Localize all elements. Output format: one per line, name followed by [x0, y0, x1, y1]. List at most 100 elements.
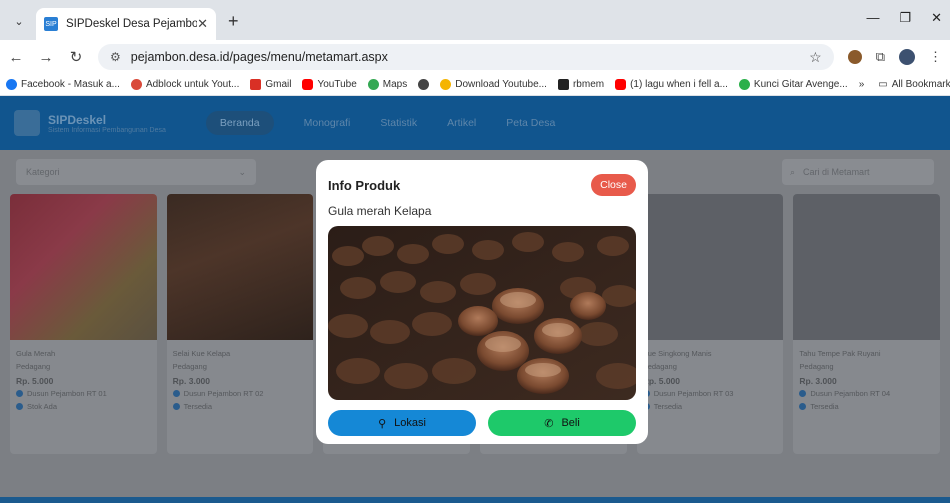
product-name: Tahu Tempe Pak Ruyani — [799, 349, 881, 358]
product-card[interactable]: Selai Kue Kelapa Pedagang Rp. 3.000 Dusu… — [166, 194, 314, 454]
product-seller: Pedagang — [16, 361, 51, 371]
product-seller: Pedagang — [799, 361, 834, 371]
address-toolbar: ← → ↻ ⚙ pejambon.desa.id/pages/menu/meta… — [0, 40, 950, 74]
logo-subtitle: Sistem Informasi Pembangunan Desa — [48, 126, 166, 134]
beli-button[interactable]: ✆ Beli — [488, 410, 636, 436]
location-icon — [799, 390, 807, 398]
menu-item-statistik[interactable]: Statistik — [380, 117, 417, 129]
tab-close-icon[interactable]: ✕ — [197, 16, 208, 32]
product-location: Dusun Pejambon RT 03 — [642, 388, 778, 401]
tab-search-dropdown-icon[interactable]: ⌄ — [8, 10, 30, 32]
minimize-icon[interactable]: — — [866, 10, 879, 26]
product-seller: Pedagang — [172, 361, 207, 371]
bookmark-item[interactable]: YouTube — [302, 79, 357, 90]
menu-item-peta-desa[interactable]: Peta Desa — [506, 117, 555, 129]
product-price: Rp. 3.000 — [799, 375, 837, 386]
site-logo[interactable]: SIPDeskel Sistem Informasi Pembangunan D… — [14, 110, 166, 136]
forward-icon[interactable]: → — [38, 49, 54, 66]
extensions-icon[interactable]: ⧉ — [876, 49, 885, 65]
bookmark-item[interactable]: Facebook - Masuk a... — [6, 79, 120, 90]
chevron-down-icon: ⌄ — [238, 166, 246, 177]
status-icon — [172, 403, 180, 411]
bookmark-item[interactable]: Maps — [367, 79, 407, 90]
bookmark-item[interactable]: Gmail — [250, 79, 291, 90]
product-price: Rp. 5.000 — [16, 375, 54, 386]
restore-icon[interactable]: ❐ — [899, 10, 911, 26]
window-close-icon[interactable]: ✕ — [931, 10, 942, 26]
product-location: Dusun Pejambon RT 04 — [799, 388, 934, 401]
product-status: Tersedia — [642, 401, 778, 414]
product-image — [636, 194, 784, 340]
bookmark-item[interactable]: (1) lagu when i fell a... — [615, 79, 728, 90]
bookmark-item[interactable]: Adblock untuk Yout... — [130, 79, 239, 90]
product-location: Dusun Pejambon RT 02 — [172, 388, 308, 401]
bookmark-item[interactable]: Download Youtube... — [440, 79, 547, 90]
product-price: Rp. 5.000 — [642, 375, 681, 386]
product-image — [793, 194, 941, 340]
logo-mark-icon — [14, 110, 40, 136]
facebook-icon — [6, 79, 17, 90]
bookmark-item[interactable]: rbmem — [557, 79, 604, 90]
product-image — [166, 194, 314, 340]
youtube-icon — [615, 79, 627, 90]
product-card[interactable]: Gula Merah Pedagang Rp. 5.000 Dusun Peja… — [10, 194, 157, 454]
url-text: pejambon.desa.id/pages/menu/metamart.asp… — [130, 50, 388, 64]
site-favicon-icon: SIP — [44, 17, 58, 31]
product-price: Rp. 3.000 — [172, 375, 210, 386]
product-card[interactable]: Tahu Tempe Pak Ruyani Pedagang Rp. 3.000… — [793, 194, 941, 454]
menu-item-artikel[interactable]: Artikel — [447, 117, 476, 129]
folder-icon: ▭ — [878, 79, 888, 90]
bookmark-star-icon[interactable]: ☆ — [809, 49, 822, 66]
logo-title: SIPDeskel — [48, 112, 107, 127]
search-input[interactable]: ⌕ Cari di Metamart — [782, 159, 934, 185]
search-icon: ⌕ — [790, 166, 796, 177]
site-settings-icon[interactable]: ⚙ — [110, 50, 121, 64]
cookie-extension-icon[interactable] — [847, 50, 862, 64]
maps-icon — [367, 79, 379, 90]
status-icon — [799, 403, 807, 411]
location-pin-icon: ⚲ — [378, 417, 387, 430]
profile-avatar[interactable] — [899, 49, 915, 65]
bookmarks-bar: Facebook - Masuk a... Adblock untuk Yout… — [0, 74, 950, 96]
product-status: Tersedia — [172, 401, 308, 414]
kategori-select[interactable]: Kategori ⌄ — [16, 159, 256, 185]
youtube-icon — [302, 79, 314, 90]
download-icon — [440, 79, 452, 90]
gmail-icon — [250, 79, 262, 90]
all-bookmarks-button[interactable]: ▭ All Bookmarks — [878, 79, 950, 90]
lokasi-button[interactable]: ⚲ Lokasi — [328, 410, 476, 436]
chord-site-icon — [738, 79, 750, 90]
adblock-icon — [130, 79, 142, 90]
product-name: Selai Kue Kelapa — [172, 349, 231, 358]
close-button[interactable]: Close — [591, 174, 636, 196]
product-status: Stok Ada — [16, 401, 151, 414]
menu-item-monografi[interactable]: Monografi — [304, 117, 351, 129]
new-tab-icon[interactable]: + — [228, 11, 239, 32]
product-photo — [328, 226, 636, 400]
back-icon[interactable]: ← — [8, 49, 24, 66]
product-info-modal: Info Produk Close Gula merah Kelapa ⚲ Lo… — [316, 160, 648, 444]
browser-tabbar: ⌄ SIP SIPDeskel Desa Pejambon ✕ + — ❐ ✕ — [0, 0, 950, 40]
bookmark-item[interactable] — [418, 79, 430, 90]
bookmark-item[interactable]: Kunci Gitar Avenge... — [738, 79, 848, 90]
menu-item-beranda[interactable]: Beranda — [205, 111, 274, 135]
url-bar[interactable]: ⚙ pejambon.desa.id/pages/menu/metamart.a… — [98, 44, 834, 70]
browser-tab[interactable]: SIP SIPDeskel Desa Pejambon ✕ — [36, 8, 216, 40]
product-card[interactable]: Kue Singkong Manis Pedagang Rp. 5.000 Du… — [636, 194, 784, 454]
product-status: Tersedia — [799, 401, 934, 414]
product-name: Kue Singkong Manis — [642, 349, 712, 358]
modal-title: Info Produk — [328, 177, 401, 193]
more-bookmarks-button[interactable]: » — [859, 79, 865, 90]
tab-title: SIPDeskel Desa Pejambon — [66, 18, 198, 30]
product-name: Gula Merah — [16, 349, 56, 358]
site-menu: Beranda Monografi Statistik Artikel Peta… — [205, 111, 555, 135]
location-icon — [16, 390, 23, 398]
product-location: Dusun Pejambon RT 01 — [16, 388, 151, 401]
location-icon — [172, 390, 180, 398]
product-name: Gula merah Kelapa — [328, 204, 432, 218]
product-seller: Pedagang — [642, 361, 677, 371]
browser-menu-icon[interactable]: ⋮ — [929, 49, 942, 65]
globe-icon — [418, 79, 430, 90]
rbmem-icon — [557, 79, 569, 90]
reload-icon[interactable]: ↻ — [68, 48, 84, 66]
